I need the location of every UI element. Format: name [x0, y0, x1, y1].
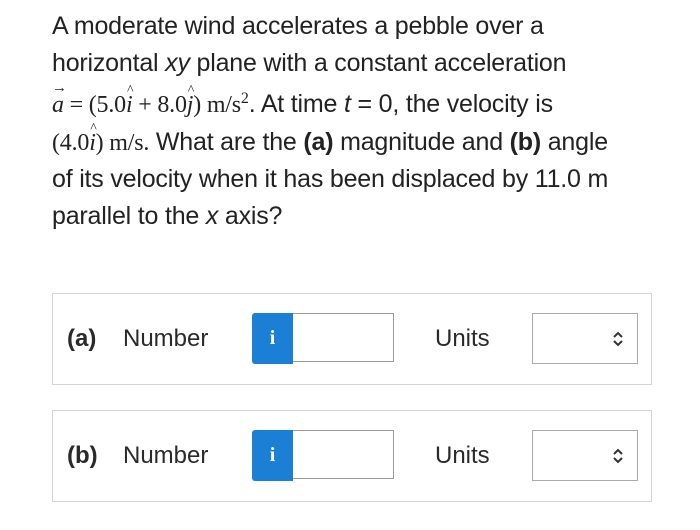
question-line-4: (4.0i) m/s. What are the (a) magnitude a…	[52, 111, 672, 162]
question-line-3-pre: . At time	[248, 90, 344, 118]
number-label: Number	[123, 325, 209, 352]
number-label: Number	[123, 442, 209, 469]
acceleration-eq-units: ) m/s	[193, 92, 241, 118]
info-button[interactable]: i	[252, 430, 293, 481]
question-line-1: A moderate wind accelerates a pebble ove…	[52, 8, 672, 45]
xy-variable: xy	[165, 48, 190, 77]
question-line-2: horizontal xy plane with a constant acce…	[52, 45, 672, 82]
question-line-6-post: axis?	[218, 201, 283, 230]
question-line-6-pre: parallel to the	[52, 201, 206, 230]
units-select[interactable]	[532, 313, 638, 364]
i-hat-unit-vector: i	[126, 73, 134, 124]
velocity-eq-pre: (4.0	[52, 129, 90, 156]
question-line-2-pre: horizontal	[52, 48, 166, 77]
part-label: (a)	[67, 325, 97, 352]
question-line-6: parallel to the x axis?	[52, 198, 672, 235]
x-variable: x	[205, 201, 219, 230]
acceleration-vector-symbol: a	[52, 70, 67, 124]
chevron-up-down-icon	[613, 448, 623, 464]
number-input[interactable]	[293, 313, 394, 362]
question-line-4-b: magnitude and	[333, 127, 510, 156]
number-input[interactable]	[293, 430, 394, 479]
t-variable: t	[343, 90, 351, 118]
j-hat-unit-vector: j	[187, 73, 195, 124]
info-icon: i	[269, 444, 276, 466]
question-line-2-post: plane with a constant acceleration	[189, 48, 567, 77]
chevron-up-down-icon	[613, 331, 623, 347]
velocity-equation: (4.0i) m/s.	[52, 111, 150, 156]
question-text: A moderate wind accelerates a pebble ove…	[52, 8, 672, 234]
units-label: Units	[435, 325, 490, 352]
question-line-3: a = (5.0i + 8.0j) m/s2. At time t = 0, t…	[52, 70, 672, 124]
question-line-3-post: = 0, the velocity is	[350, 90, 553, 118]
units-label: Units	[435, 442, 490, 469]
velocity-eq-units: ) m/s.	[95, 129, 150, 156]
acceleration-eq-mid: + 8.0	[132, 92, 187, 118]
info-button[interactable]: i	[252, 313, 293, 364]
question-line-4-c: angle	[540, 127, 608, 156]
units-select[interactable]	[532, 430, 638, 481]
part-a-marker: (a)	[303, 127, 334, 156]
part-label: (b)	[67, 442, 98, 469]
acceleration-equation: a = (5.0i + 8.0j) m/s2	[52, 70, 249, 118]
acceleration-exponent: 2	[240, 90, 249, 107]
question-line-1-text: A moderate wind accelerates a pebble ove…	[52, 12, 544, 40]
answer-row-b: (b) Number i Units	[52, 410, 652, 502]
question-line-5: of its velocity when it has been displac…	[52, 161, 672, 198]
info-icon: i	[269, 327, 276, 349]
answer-row-a: (a) Number i Units	[52, 293, 652, 385]
i-hat-unit-vector: i	[89, 111, 97, 162]
question-line-4-a: What are the	[149, 127, 304, 156]
question-line-5-text: of its velocity when it has been displac…	[52, 165, 609, 193]
part-b-marker: (b)	[509, 127, 542, 156]
